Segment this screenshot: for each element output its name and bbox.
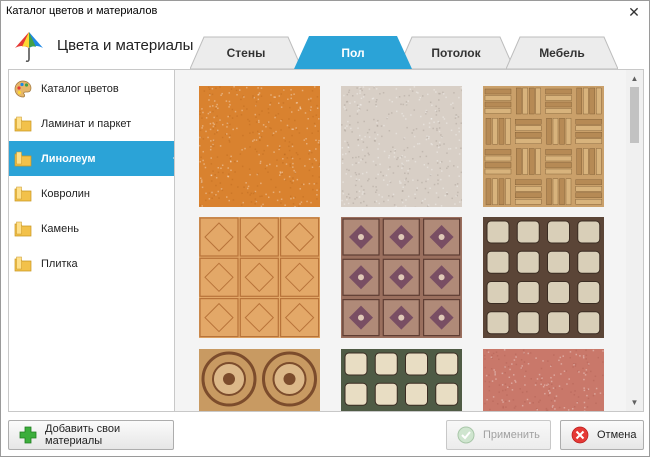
material-swatch-wood-parquet[interactable] (483, 86, 604, 207)
sidebar-item-linoleum[interactable]: Линолеум (9, 141, 182, 176)
folder-icon (14, 116, 32, 131)
checkmark-icon (457, 426, 475, 444)
window-title: Каталог цветов и материалов (6, 5, 158, 17)
sidebar-item-carpet[interactable]: Ковролин (9, 176, 174, 211)
page-title: Цвета и материалы (57, 37, 194, 54)
cancel-label: Отмена (597, 429, 637, 441)
tab-floor-label: Пол (341, 46, 365, 60)
title-bar: Каталог цветов и материалов ✕ (1, 1, 649, 23)
sidebar-item-color-catalog[interactable]: Каталог цветов (9, 71, 174, 106)
catalog-window: Каталог цветов и материалов ✕ Цвета и ма… (0, 0, 650, 457)
sidebar-item-label: Ламинат и паркет (41, 117, 132, 130)
tab-bar: Стены Потолок Мебель Пол (176, 36, 646, 69)
material-swatch-circle-mosaic[interactable] (199, 349, 320, 412)
add-materials-button[interactable]: Добавить свои материалы (8, 420, 174, 450)
plus-icon (19, 426, 37, 444)
sidebar-item-label: Каталог цветов (41, 82, 119, 95)
material-swatch-red-speckle[interactable] (483, 349, 604, 412)
material-swatch-orange-tile-star[interactable] (199, 217, 320, 338)
sidebar-item-label: Камень (41, 222, 80, 235)
tab-furniture[interactable]: Мебель (506, 36, 618, 69)
sidebar-item-tile[interactable]: Плитка (9, 246, 174, 281)
add-materials-label: Добавить свои материалы (45, 423, 121, 447)
material-gallery: ▲ ▼ (174, 69, 644, 412)
scroll-down-icon[interactable]: ▼ (626, 394, 643, 411)
tab-ceiling-label: Потолок (431, 46, 481, 60)
tab-walls[interactable]: Стены (190, 36, 302, 69)
apply-button[interactable]: Применить (446, 420, 551, 450)
sidebar-item-laminate[interactable]: Ламинат и паркет (9, 106, 174, 141)
folder-icon (14, 151, 32, 166)
tab-furniture-label: Мебель (539, 46, 585, 60)
cancel-button[interactable]: Отмена (560, 420, 644, 450)
color-umbrella-icon (15, 32, 43, 63)
tab-walls-label: Стены (226, 46, 266, 60)
material-swatch-green-square-tiles[interactable] (341, 349, 462, 412)
folder-icon (14, 256, 32, 271)
material-swatch-orange-cork[interactable] (199, 86, 320, 207)
cancel-icon (571, 426, 589, 444)
tab-ceiling[interactable]: Потолок (398, 36, 514, 69)
close-icon[interactable]: ✕ (619, 1, 649, 23)
tab-floor[interactable]: Пол (294, 36, 412, 69)
material-swatch-beige-granite[interactable] (341, 86, 462, 207)
sidebar-item-label: Ковролин (41, 187, 91, 200)
palette-icon (14, 80, 32, 97)
material-swatch-brown-square-tiles[interactable] (483, 217, 604, 338)
folder-icon (14, 186, 32, 201)
apply-label: Применить (483, 429, 540, 441)
sidebar-item-label: Линолеум (41, 152, 96, 165)
folder-icon (14, 221, 32, 236)
scroll-up-icon[interactable]: ▲ (626, 70, 643, 87)
sidebar-item-label: Плитка (41, 257, 78, 270)
vertical-scrollbar[interactable]: ▲ ▼ (626, 70, 643, 411)
category-sidebar: Каталог цветов Ламинат и паркет Линолеум… (8, 69, 182, 412)
scroll-thumb[interactable] (630, 87, 639, 143)
sidebar-item-stone[interactable]: Камень (9, 211, 174, 246)
material-swatch-brown-ornament[interactable] (341, 217, 462, 338)
